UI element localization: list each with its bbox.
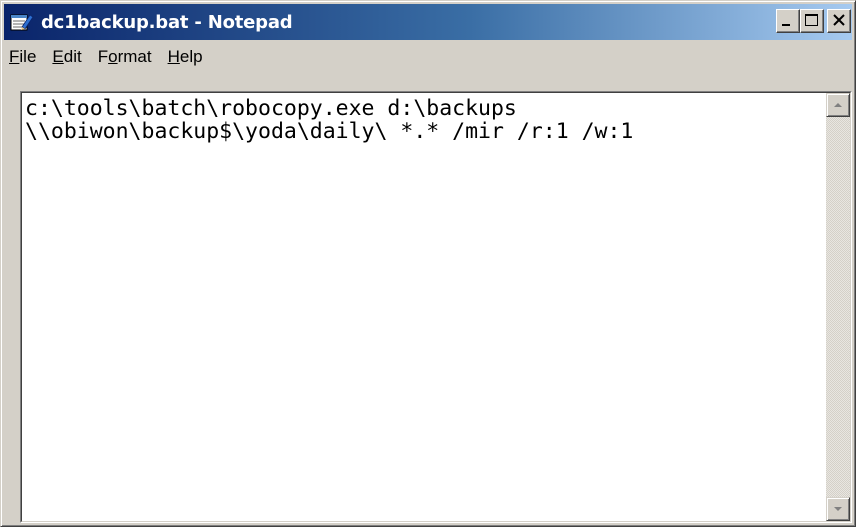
caption-buttons bbox=[776, 9, 851, 33]
menu-help-rest: elp bbox=[179, 47, 203, 66]
menu-format-rest: rmat bbox=[117, 47, 152, 66]
menu-format[interactable]: Format bbox=[90, 44, 160, 70]
minimize-icon bbox=[782, 24, 790, 26]
menu-edit-rest: dit bbox=[63, 47, 82, 66]
menu-bar: File Edit Format Help bbox=[4, 42, 852, 72]
title-bar[interactable]: dc1backup.bat - Notepad bbox=[4, 4, 852, 40]
menu-file-accel: F bbox=[9, 47, 20, 66]
maximize-icon bbox=[805, 14, 818, 26]
menu-format-accel: o bbox=[108, 47, 118, 66]
maximize-button[interactable] bbox=[800, 9, 824, 33]
notepad-window: dc1backup.bat - Notepad File Edit Format… bbox=[0, 0, 856, 527]
notepad-icon bbox=[10, 14, 34, 31]
menu-file-rest: ile bbox=[19, 47, 37, 66]
menu-help-accel: H bbox=[167, 47, 180, 66]
scroll-down-button[interactable] bbox=[826, 497, 850, 521]
menu-format-prefix: F bbox=[97, 47, 109, 66]
vertical-scrollbar[interactable] bbox=[826, 93, 850, 521]
menu-help[interactable]: Help bbox=[160, 44, 211, 70]
scroll-up-button[interactable] bbox=[826, 93, 850, 117]
minimize-button[interactable] bbox=[776, 9, 800, 33]
text-content[interactable]: c:\tools\batch\robocopy.exe d:\backups \\… bbox=[25, 97, 822, 521]
editor-area[interactable]: c:\tools\batch\robocopy.exe d:\backups \\… bbox=[21, 92, 851, 522]
scroll-down-arrow-icon bbox=[834, 507, 842, 511]
text-line: \\obiwon\backup$\yoda\daily\ *.* /mir /r… bbox=[25, 119, 634, 144]
text-line: c:\tools\batch\robocopy.exe d:\backups bbox=[25, 97, 517, 121]
menu-edit-accel: E bbox=[52, 47, 64, 66]
window-title: dc1backup.bat - Notepad bbox=[41, 11, 293, 33]
close-icon bbox=[833, 14, 845, 26]
close-button[interactable] bbox=[827, 9, 851, 33]
menu-file[interactable]: File bbox=[4, 44, 44, 70]
scroll-up-arrow-icon bbox=[834, 103, 842, 107]
editor-frame: c:\tools\batch\robocopy.exe d:\backups \\… bbox=[20, 91, 852, 523]
menu-edit[interactable]: Edit bbox=[44, 44, 89, 70]
